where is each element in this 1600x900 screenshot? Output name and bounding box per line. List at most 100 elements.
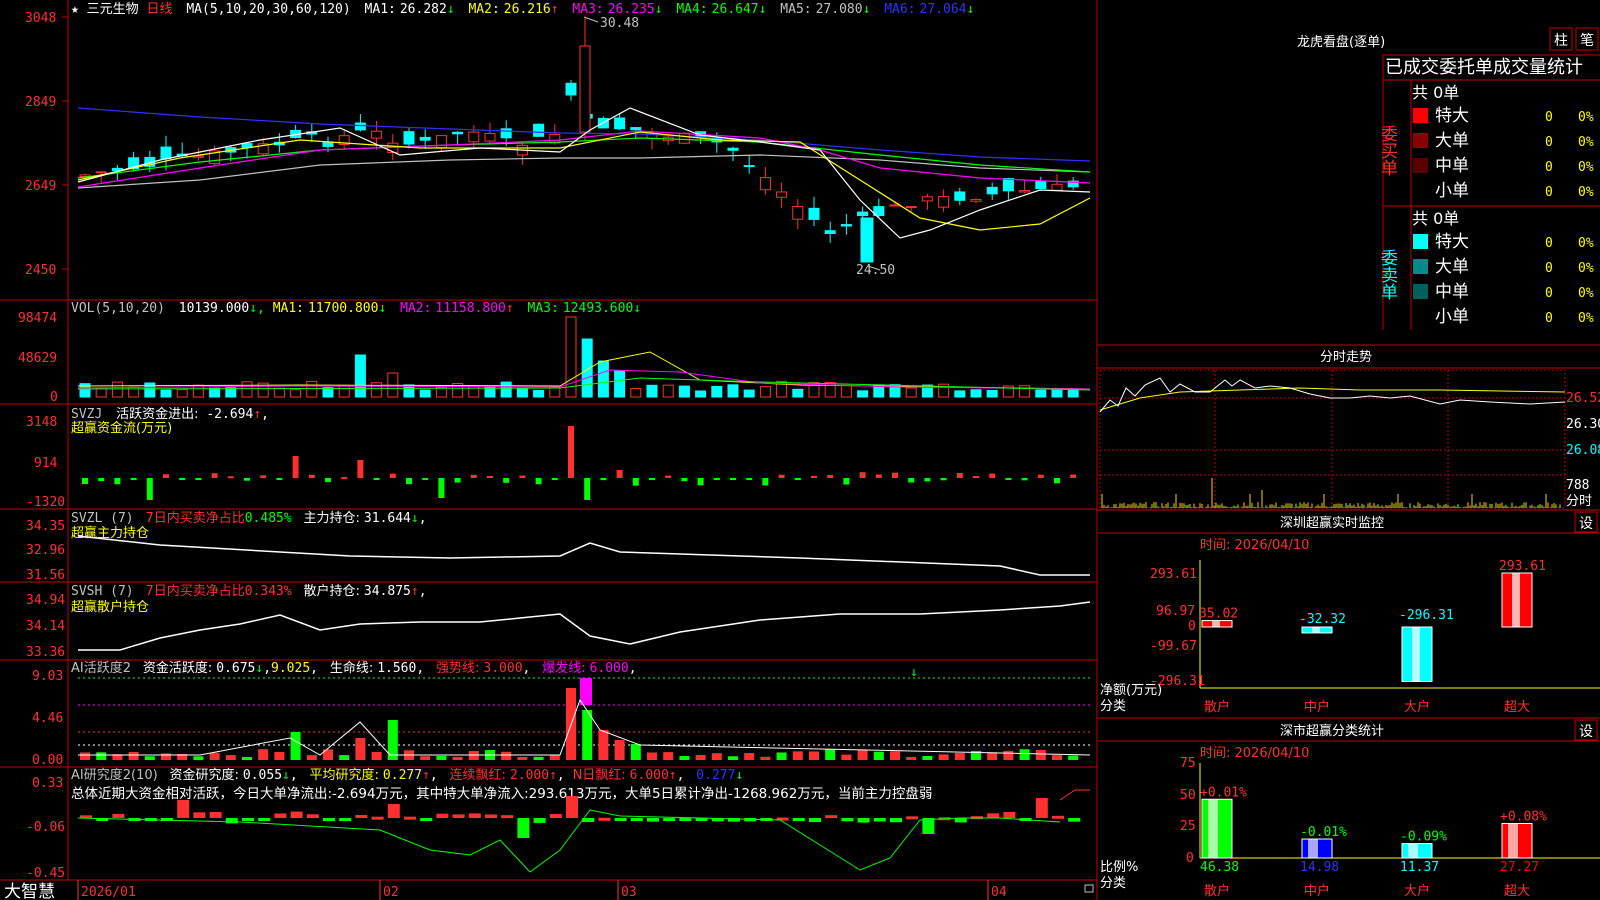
ai2-bar (679, 818, 692, 821)
ai2-bar (922, 818, 935, 834)
dragon-tiger-panel[interactable]: 龙虎看盘(逐单) 柱 笔 已成交委托单成交量统计 委买单 共 0单 特大 0 0% 大… (1297, 27, 1600, 330)
ai1-v2: 9.025 (271, 661, 310, 676)
svzj-bar (308, 474, 315, 478)
candle-body (403, 131, 415, 145)
volume-bar (662, 384, 674, 398)
svsh-pct: 0.343% (245, 584, 292, 599)
sell-total: 共 0单 (1412, 209, 1459, 228)
classify-value-label: 14.98 (1300, 860, 1339, 875)
monitor-tick: 0 (1188, 619, 1196, 634)
svzj-bar (82, 478, 88, 485)
svzj-bar (762, 478, 769, 486)
svzj-bar (713, 478, 720, 480)
ai2-a3: ↑ (549, 768, 557, 783)
svzj-bar (260, 475, 267, 478)
svzj-bar (681, 478, 688, 482)
intraday-vol-tick: 788 (1566, 478, 1589, 493)
classify-bar-highlight (1208, 799, 1218, 858)
ai2-v4: 6.000 (630, 768, 669, 783)
classify-panel[interactable]: 深市超赢分类统计 设 时间: 2026/04/10 75 50 25 0 比例%… (1097, 717, 1600, 899)
kline-header: ★ 三元生物 日线 MA(5,10,20,30,60,120) MA1: 26.2… (71, 2, 974, 17)
candle-body (792, 205, 804, 220)
candle-body (776, 191, 788, 198)
classify-category: 中户 (1304, 883, 1330, 899)
svsh-line (78, 601, 1091, 651)
candle-body (986, 186, 998, 195)
volume-bar (840, 384, 852, 398)
svsh-label: SVSH (7) (71, 584, 134, 599)
ai1-v1: 0.675 (216, 661, 255, 676)
candle-body (860, 217, 874, 263)
sell-row-pct: 0% (1578, 311, 1594, 326)
svsh-desc2: 散户持仓: (304, 583, 360, 599)
svzl-pct: 0.485% (245, 511, 292, 526)
monitor-panel[interactable]: 深圳超赢实时监控 设 时间: 2026/04/10 293.61 96.97 0… (1097, 509, 1600, 715)
ma4-value: 26.647 (712, 2, 759, 17)
ai-activity-panel[interactable]: 9.03 4.46 0.00 AI活跃度2 资金活跃度: 0.675↓,9.025… (32, 660, 1091, 768)
ai1-bar (744, 753, 755, 760)
volume-panel[interactable]: 98474 48629 0 VOL(5,10,20) 10139.000↓, M… (18, 301, 1091, 405)
svzj-sub: 超赢资金流(万元) (71, 420, 172, 436)
svsh-header: SVSH (7) 7日内买卖净占比0.343% 散户持仓: 34.875↑, (71, 583, 427, 599)
candle-body (565, 82, 577, 96)
ai2-bar (841, 818, 854, 822)
volume-bar (290, 389, 302, 398)
ma5-value: 27.080 (816, 2, 863, 17)
svzj-bar (778, 474, 785, 478)
ai2-bar (290, 811, 303, 818)
svzj-bar (454, 478, 461, 483)
ai1-bar (209, 752, 220, 760)
classify-bar-highlight (1408, 843, 1418, 858)
kline-panel[interactable]: 3048 2849 2649 2450 ★ 三元生物 日线 MA(5,10,20… (25, 2, 1091, 278)
ai1-bar (274, 752, 285, 760)
svzj-header: SVZJ 活跃资金进出: -2.694↑, (71, 406, 269, 422)
svzj-bar (114, 478, 121, 485)
lock-icon[interactable] (1084, 884, 1094, 893)
candle-body (727, 147, 739, 151)
intraday-title: 分时走势 (1320, 349, 1372, 365)
svzl-panel[interactable]: 34.35 32.96 31.56 SVZL (7) 7日内买卖净占比0.485… (26, 510, 1090, 583)
monitor-category: 中户 (1304, 699, 1330, 715)
svzj-bar (973, 476, 979, 479)
ai1-bar (922, 755, 933, 760)
intraday-panel[interactable]: 分时走势 26.52 26.30 26.08 788 分时 (1097, 344, 1600, 509)
buy-row-count: 0 (1545, 135, 1553, 150)
dragon-title: 龙虎看盘(逐单) (1297, 34, 1385, 50)
dragon-header: 已成交委托单成交量统计 (1385, 57, 1583, 78)
volume-bar (743, 389, 755, 398)
ai1-v3: 1.560 (377, 661, 416, 676)
price-tick: 2849 (25, 95, 56, 110)
ai2-bar (873, 818, 886, 822)
ai1-bar (193, 756, 204, 760)
ai2-tick: -0.45 (26, 866, 65, 881)
intraday-tick: 26.30 (1566, 417, 1600, 432)
ai-research-panel[interactable]: 0.33 -0.06 -0.45 AI研究度2(10) 资金研究度: 0.055↓… (26, 767, 1090, 881)
svzj-bar (746, 478, 753, 480)
svzj-bar (1005, 478, 1012, 480)
ai1-bar (436, 755, 447, 760)
volume-axis: 98474 48629 0 (18, 311, 58, 405)
ai1-v4: 3.000 (483, 661, 522, 676)
volume-bar (1019, 385, 1031, 398)
svzj-desc: 活跃资金进出: (116, 406, 198, 422)
svzj-bar (649, 478, 655, 480)
ma1-arrow: ↓ (447, 2, 455, 17)
ai2-bar (501, 815, 514, 819)
ai2-research-line-red (1059, 789, 1090, 801)
volume-bar (905, 387, 917, 398)
candle-body (419, 136, 431, 141)
ma6-label: MA6: (884, 2, 915, 17)
ai1-bar (792, 751, 803, 760)
svzj-bar (1070, 474, 1077, 478)
sell-row-pct: 0% (1578, 236, 1594, 251)
ai1-bar (468, 751, 479, 760)
svzj-panel[interactable]: 3148 914 -1320 SVZJ 活跃资金进出: -2.694↑, 超赢资… (26, 406, 1077, 510)
ai1-bar (533, 756, 544, 760)
ai1-tick: 9.03 (32, 669, 63, 684)
svsh-panel[interactable]: 34.94 34.14 33.36 SVSH (7) 7日内买卖净占比0.343… (26, 583, 1091, 660)
intraday-unit: 分时 (1566, 494, 1592, 509)
classify-axis: 75 50 25 0 (1180, 756, 1196, 866)
svsh-axis: 34.94 34.14 33.36 (26, 593, 65, 660)
ai1-burst-bar (580, 678, 592, 705)
ai2-bar (630, 818, 643, 821)
